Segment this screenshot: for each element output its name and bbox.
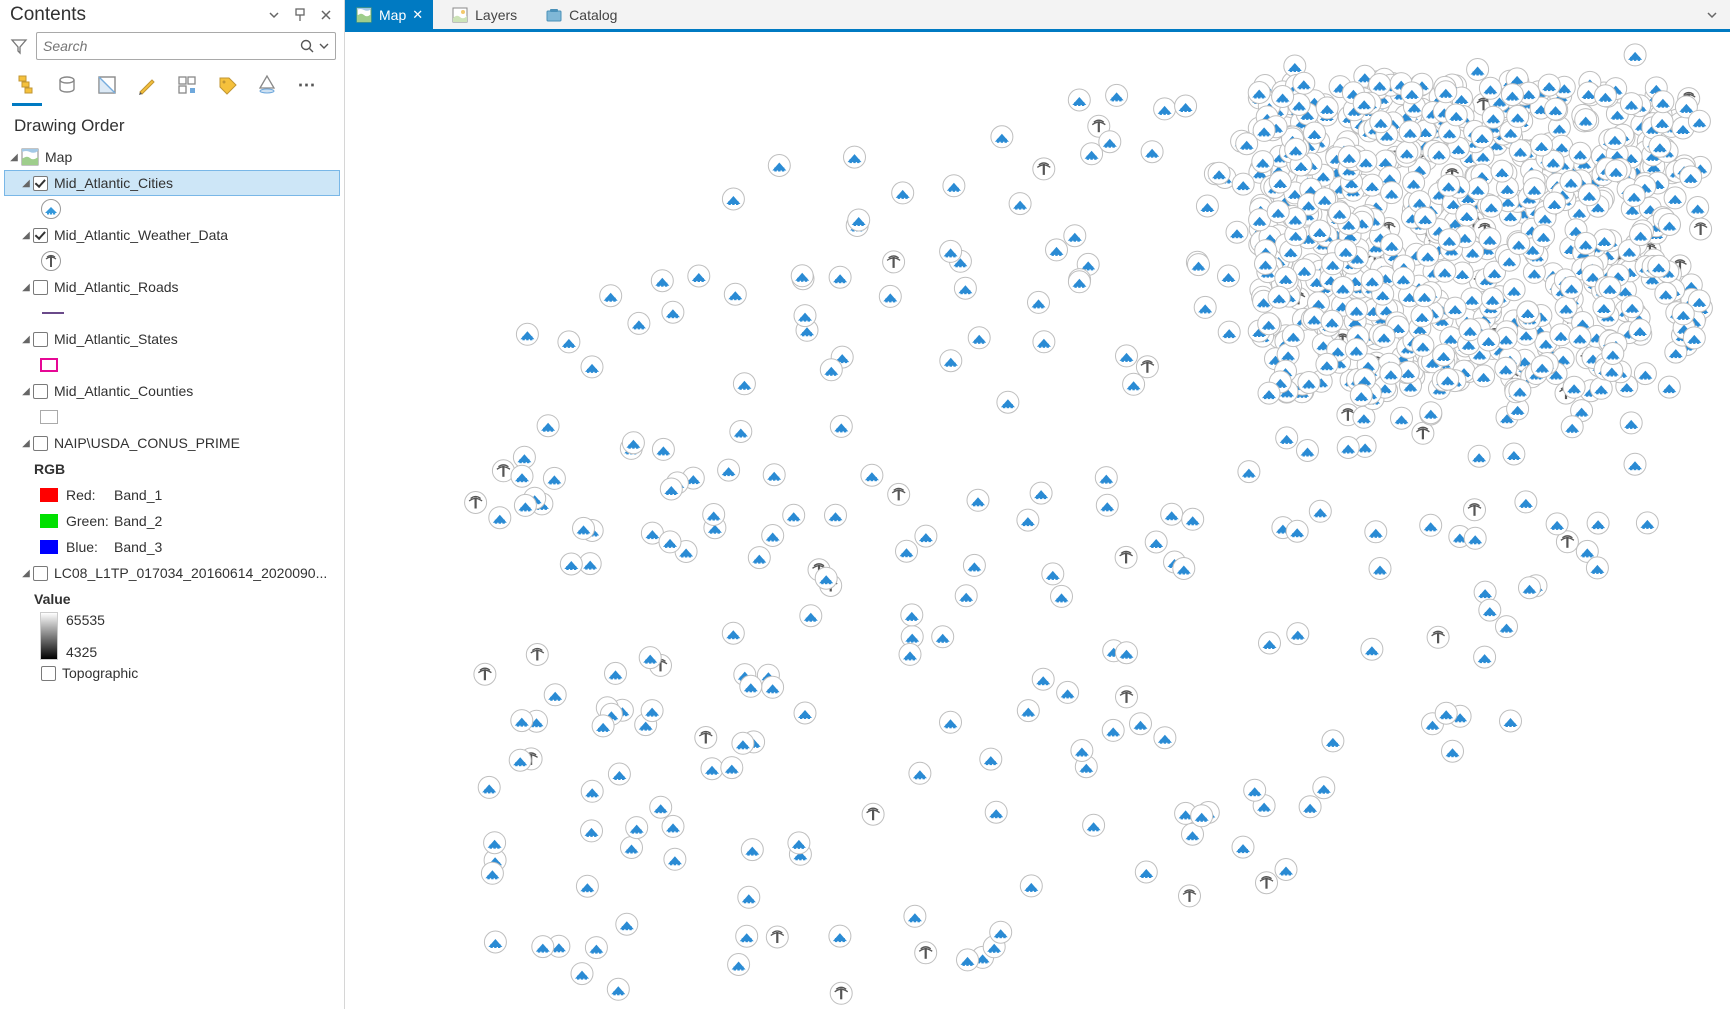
panel-options-button[interactable] — [264, 5, 284, 25]
band-swatch — [40, 488, 58, 502]
layer-visibility-checkbox[interactable] — [41, 666, 56, 681]
symbol-road-line — [42, 312, 64, 314]
stretch-max: 65535 — [66, 612, 105, 628]
layer-topo[interactable]: Topographic — [62, 665, 138, 681]
list-by-snapping-button[interactable] — [174, 72, 200, 98]
search-input-wrapper — [36, 32, 336, 60]
tab-label: Map — [379, 7, 406, 23]
rgb-heading: RGB — [34, 461, 65, 477]
symbol-states-swatch — [40, 358, 58, 372]
list-by-labeling-button[interactable] — [214, 72, 240, 98]
search-icon[interactable] — [299, 38, 315, 54]
stretch-min: 4325 — [66, 644, 105, 660]
symbol-city-icon — [40, 198, 62, 220]
list-by-perspective-button[interactable] — [254, 72, 280, 98]
band-name: Band_3 — [114, 539, 162, 555]
band-name: Band_2 — [114, 513, 162, 529]
value-heading: Value — [34, 591, 71, 607]
layer-visibility-checkbox[interactable] — [33, 280, 48, 295]
layer-visibility-checkbox[interactable] — [33, 228, 48, 243]
map-root-label[interactable]: Map — [45, 149, 72, 165]
search-input[interactable] — [43, 38, 299, 54]
cities-layer — [478, 44, 1712, 1000]
layer-visibility-checkbox[interactable] — [33, 436, 48, 451]
tab-close-button[interactable]: ✕ — [412, 7, 423, 23]
layer-tree: ◢ Map ◢ Mid_Atlantic_Cities ◢ Mid_Atlantic_We… — [0, 142, 344, 1009]
band-label: Green: — [66, 513, 114, 529]
symbol-weather-icon — [40, 250, 62, 272]
layer-landsat[interactable]: LC08_L1TP_017034_20160614_2020090... — [54, 565, 327, 581]
expand-toggle[interactable]: ◢ — [19, 566, 33, 580]
tab-layers[interactable]: Layers — [441, 0, 527, 31]
layer-states[interactable]: Mid_Atlantic_States — [54, 331, 178, 347]
band-name: Band_1 — [114, 487, 162, 503]
band-swatch — [40, 514, 58, 528]
tab-label: Catalog — [569, 7, 617, 23]
search-dropdown-button[interactable] — [319, 41, 329, 51]
expand-toggle[interactable]: ◢ — [19, 332, 33, 346]
expand-toggle[interactable]: ◢ — [7, 150, 21, 164]
layer-weather[interactable]: Mid_Atlantic_Weather_Data — [54, 227, 228, 243]
layer-visibility-checkbox[interactable] — [33, 176, 48, 191]
list-by-editing-button[interactable] — [134, 72, 160, 98]
tab-map[interactable]: Map ✕ — [345, 0, 433, 31]
band-label: Red: — [66, 487, 114, 503]
expand-toggle[interactable]: ◢ — [19, 228, 33, 242]
filter-icon[interactable] — [8, 34, 30, 58]
map-view[interactable] — [345, 32, 1730, 1009]
band-label: Blue: — [66, 539, 114, 555]
expand-toggle[interactable]: ◢ — [19, 280, 33, 294]
band-swatch — [40, 540, 58, 554]
list-by-data-source-button[interactable] — [54, 72, 80, 98]
layer-visibility-checkbox[interactable] — [33, 332, 48, 347]
list-by-selection-button[interactable] — [94, 72, 120, 98]
tab-overflow-button[interactable] — [1706, 9, 1730, 21]
layer-visibility-checkbox[interactable] — [33, 566, 48, 581]
expand-toggle[interactable]: ◢ — [19, 384, 33, 398]
map-tab-icon — [355, 6, 373, 24]
drawing-order-heading: Drawing Order — [0, 98, 344, 142]
view-tab-bar: Map ✕ Layers Catalog — [345, 0, 1730, 32]
symbol-counties-swatch — [40, 410, 58, 424]
layer-roads[interactable]: Mid_Atlantic_Roads — [54, 279, 179, 295]
tab-label: Layers — [475, 7, 517, 23]
more-tools-button[interactable]: ⋯ — [294, 72, 320, 98]
layer-visibility-checkbox[interactable] — [33, 384, 48, 399]
layer-naip[interactable]: NAIP\USDA_CONUS_PRIME — [54, 435, 240, 451]
contents-panel: Contents — [0, 0, 345, 1009]
layer-cities[interactable]: Mid_Atlantic_Cities — [54, 175, 173, 191]
panel-close-button[interactable] — [316, 5, 336, 25]
layer-counties[interactable]: Mid_Atlantic_Counties — [54, 383, 193, 399]
contents-title: Contents — [10, 4, 86, 26]
expand-toggle[interactable]: ◢ — [19, 436, 33, 450]
panel-pin-button[interactable] — [290, 5, 310, 25]
stretch-ramp — [40, 612, 58, 660]
list-by-drawing-order-button[interactable] — [14, 72, 40, 98]
map-icon — [21, 148, 39, 166]
expand-toggle[interactable]: ◢ — [19, 176, 33, 190]
catalog-tab-icon — [545, 6, 563, 24]
layers-tab-icon — [451, 6, 469, 24]
contents-toolbar: ⋯ — [0, 68, 344, 98]
tab-catalog[interactable]: Catalog — [535, 0, 627, 31]
